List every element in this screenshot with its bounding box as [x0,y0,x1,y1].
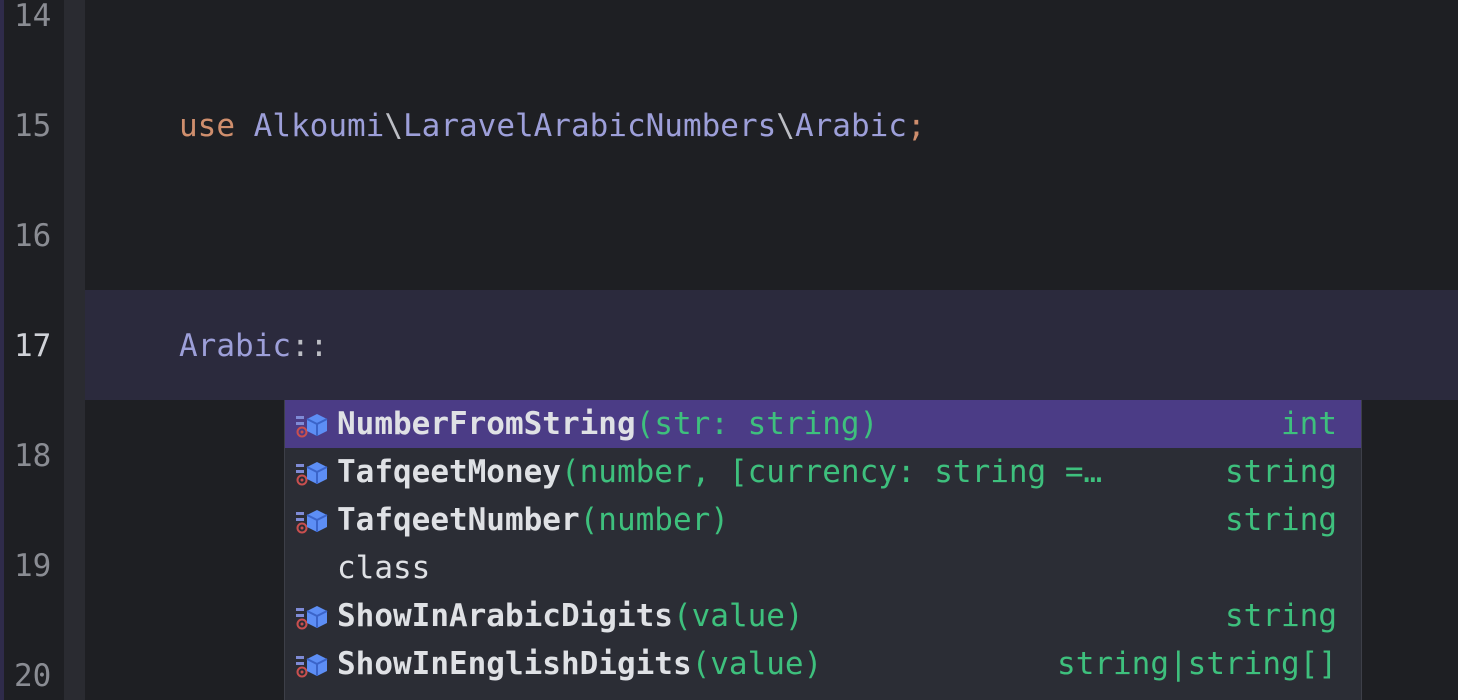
completion-item-return-type: string [1225,598,1337,634]
line-number-current: 17 [14,328,52,364]
completion-item-name: ShowInArabicDigits [337,598,673,634]
completion-item[interactable]: TafqeetNumber (number) string [285,496,1361,544]
line-number: 14 [14,0,52,34]
static-method-icon [296,510,328,534]
completion-popup[interactable]: NumberFromString (str: string) int Tafqee… [284,400,1362,700]
static-method-icon [296,654,328,678]
completion-item-signature: (str: string) [635,406,879,442]
fold-gutter [64,0,85,700]
semicolon: ; [906,108,926,144]
use-keyword: use [179,108,235,144]
completion-item-return-type: string [1225,454,1337,490]
completion-item-return-type: string [1225,502,1337,538]
completion-item-text: ShowInEnglishDigits (value) [337,646,822,682]
completion-item-signature: (number, [currency: string =… [560,454,1103,490]
class-name: Arabic [794,108,907,144]
line-number: 20 [14,658,52,694]
namespace-separator: \ [384,108,403,144]
line-number: 19 [14,548,52,584]
completion-item-name: NumberFromString [337,406,636,442]
completion-item-text: TafqeetMoney (number, [currency: string =… [337,454,1102,490]
code-line-current[interactable]: Arabic:: [179,326,328,366]
completion-item-text: ShowInArabicDigits (value) [337,598,804,634]
static-method-icon [296,414,328,438]
line-number: 15 [14,108,52,144]
completion-item-signature: (value) [691,646,823,682]
completion-item-return-type: string|string[] [1057,646,1337,682]
completion-item-return-type: int [1281,406,1337,442]
completion-item[interactable]: ShowInEnglishDigits (value) string|string… [285,640,1361,688]
completion-item-name: class [337,550,431,586]
completion-item[interactable]: class [285,544,1361,592]
line-number: 18 [14,438,52,474]
completion-item-text: TafqeetNumber (number) [337,502,729,538]
code-editor[interactable]: 14 15 16 17 18 19 20 use Alkoumi\Laravel… [0,0,1458,700]
completion-item[interactable]: TafqeetMoney (number, [currency: string =… [285,448,1361,496]
completion-item-text: NumberFromString (str: string) [337,406,878,442]
namespace-separator: \ [776,108,795,144]
static-method-icon [296,606,328,630]
namespace-segment: LaravelArabicNumbers [403,108,777,144]
scope-resolution-operator: :: [290,328,329,364]
completion-item-name: TafqeetNumber [337,502,580,538]
completion-item-name: TafqeetMoney [337,454,561,490]
code-line-use-statement[interactable]: use Alkoumi\LaravelArabicNumbers\Arabic; [179,106,926,146]
completion-item-signature: (value) [672,598,804,634]
completion-item[interactable]: ShowInArabicDigits (value) string [285,592,1361,640]
class-name: Arabic [179,328,291,364]
completion-item-signature: (number) [579,502,729,538]
static-method-icon [296,462,328,486]
completion-item-name: ShowInEnglishDigits [337,646,692,682]
completion-item[interactable]: NumberFromString (str: string) int [285,400,1361,448]
namespace-segment: Alkoumi [253,108,385,144]
line-number: 16 [14,218,52,254]
